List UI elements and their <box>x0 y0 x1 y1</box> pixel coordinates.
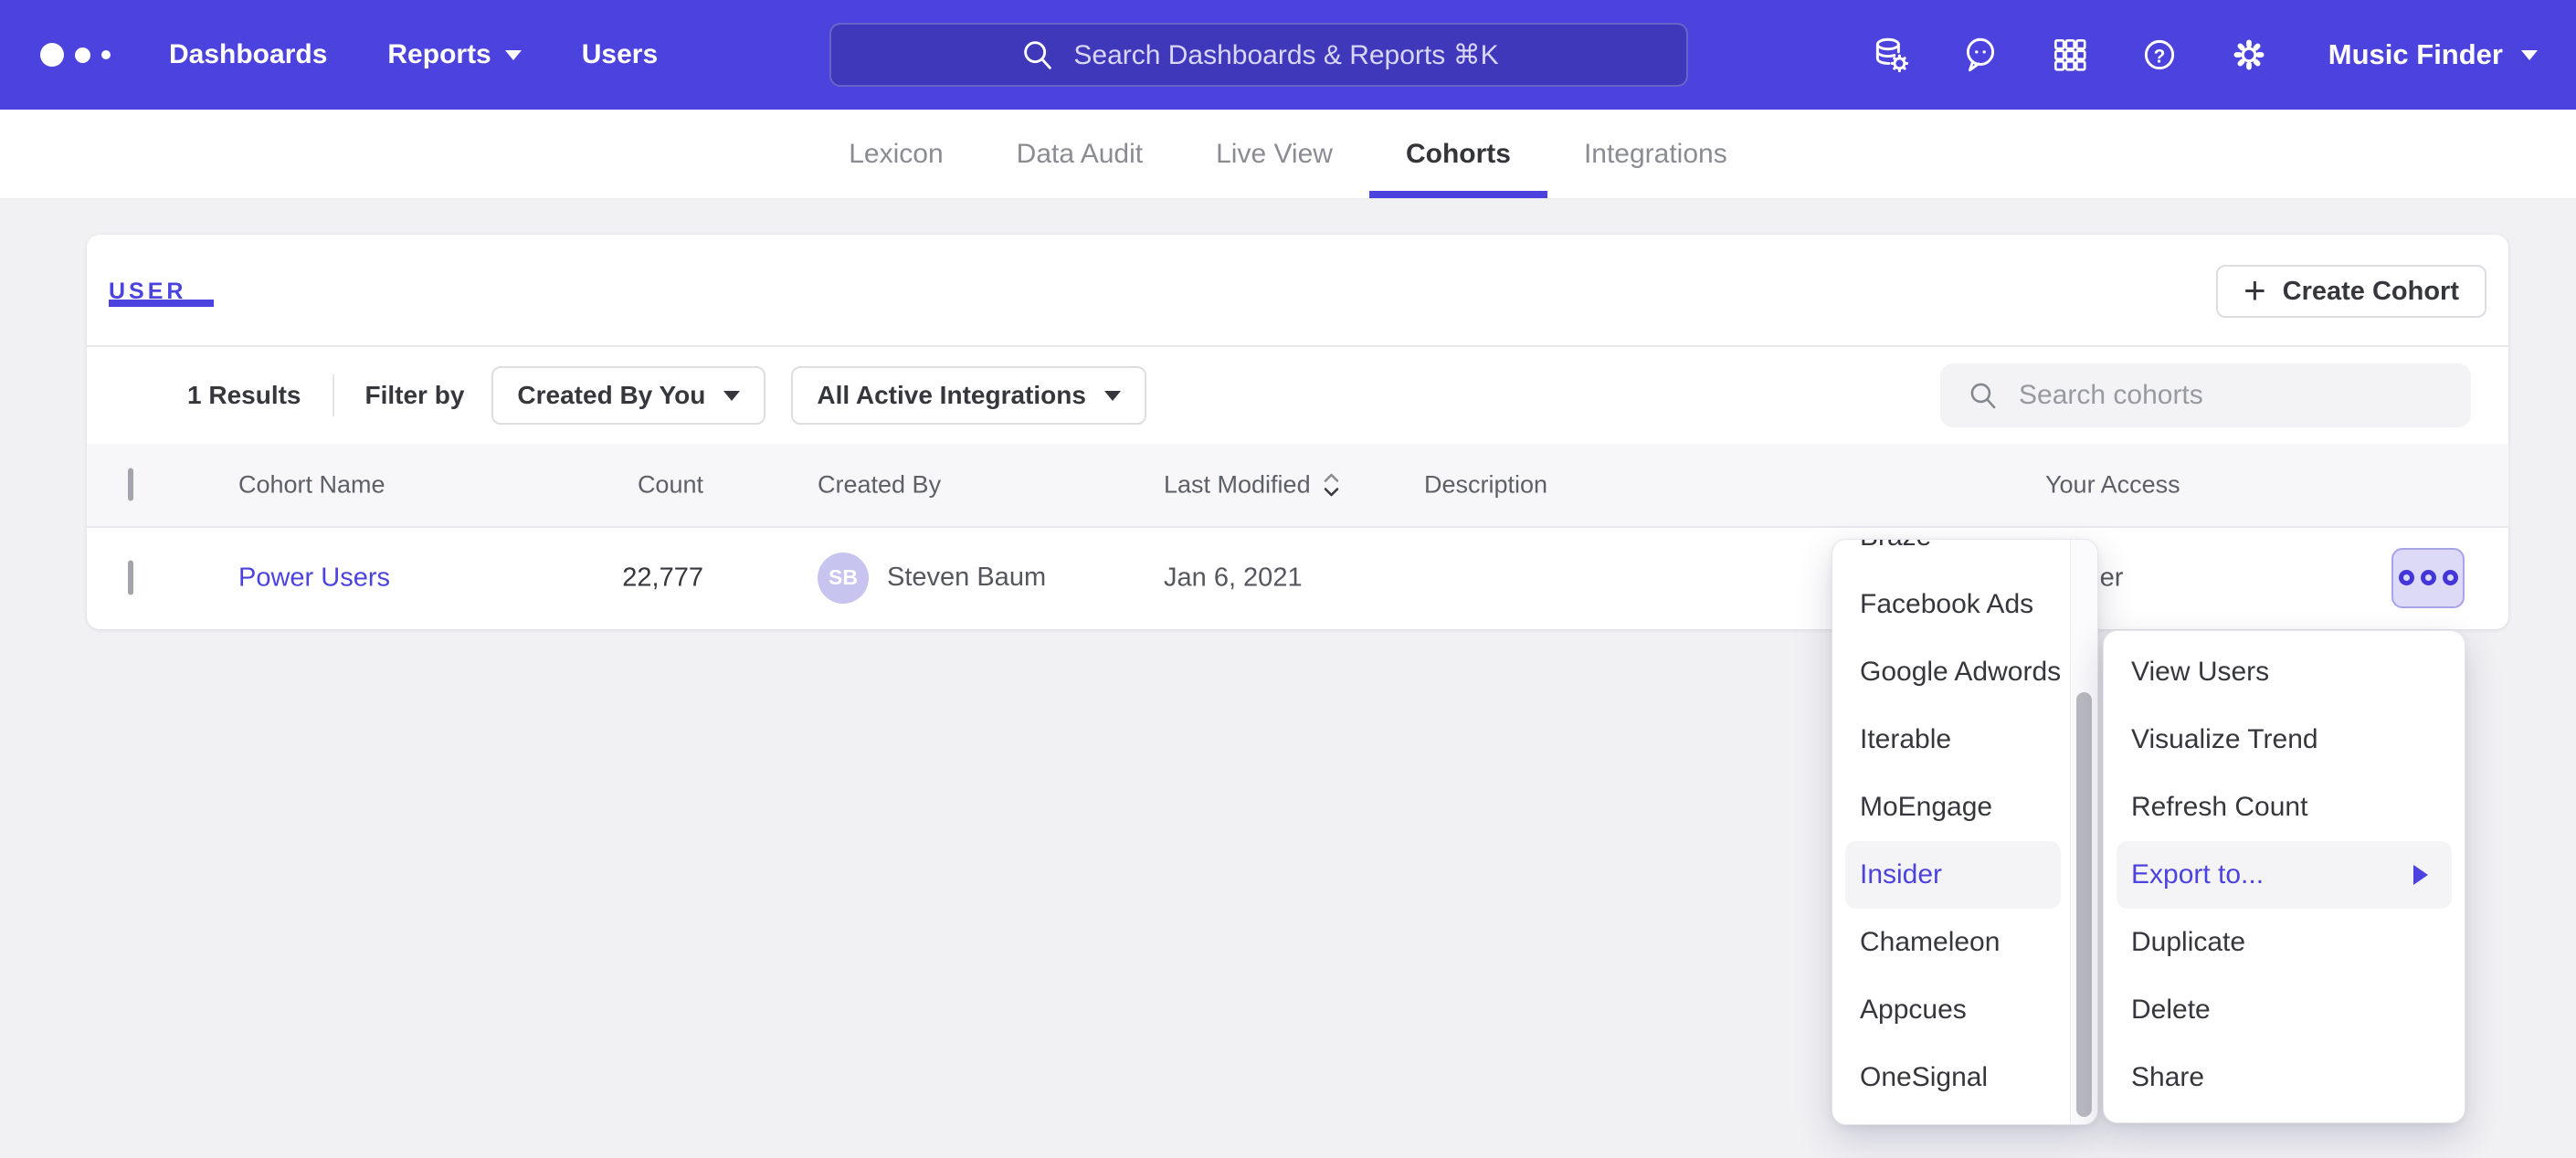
integrations-filter-dropdown[interactable]: All Active Integrations <box>791 366 1146 425</box>
menu-item-view-users[interactable]: View Users <box>2104 638 2465 706</box>
row-checkbox[interactable] <box>128 560 133 595</box>
logo-dot-small <box>101 50 111 59</box>
column-header-description[interactable]: Description <box>1424 471 1547 500</box>
feedback-icon[interactable] <box>1959 34 2001 76</box>
menu-item-refresh-count[interactable]: Refresh Count <box>2104 774 2465 841</box>
nav-item-label: Reports <box>387 39 491 70</box>
cohort-name-link[interactable]: Power Users <box>238 563 390 593</box>
row-more-actions-button[interactable] <box>2391 548 2465 608</box>
submenu-item-onesignal[interactable]: OneSignal <box>1832 1044 2072 1111</box>
tab-live-view[interactable]: Live View <box>1179 110 1369 198</box>
tab-data-audit[interactable]: Data Audit <box>980 110 1179 198</box>
nav-item-users[interactable]: Users <box>582 39 658 70</box>
nav-item-label: Users <box>582 39 658 70</box>
chevron-down-icon <box>2521 50 2538 60</box>
active-tab-underline <box>1369 191 1547 198</box>
top-nav: Dashboards Reports Users Search Dashboar… <box>0 0 2576 110</box>
apps-grid-icon[interactable] <box>2049 34 2091 76</box>
submenu-item-appcues[interactable]: Appcues <box>1832 976 2072 1044</box>
logo-dot-large <box>40 43 64 67</box>
nav-item-dashboards[interactable]: Dashboards <box>169 39 327 70</box>
tab-label: Data Audit <box>1017 139 1143 170</box>
nav-item-label: Dashboards <box>169 39 327 70</box>
cohort-search-input[interactable] <box>2019 380 2421 411</box>
column-header-last-modified[interactable]: Last Modified <box>1164 471 1339 500</box>
column-header-created-by[interactable]: Created By <box>818 471 941 500</box>
select-all-checkbox[interactable] <box>128 468 133 501</box>
tab-label: Integrations <box>1584 139 1727 170</box>
cohort-count: 22,777 <box>489 563 703 593</box>
user-section-tab[interactable]: USER <box>109 279 186 305</box>
nav-right-cluster: ? Music Finder <box>1870 0 2538 110</box>
last-modified-cell: Jan 6, 2021 <box>1164 563 1303 593</box>
export-destinations-list: Braze Facebook Ads Google Adwords Iterab… <box>1832 539 2072 1111</box>
nav-item-reports[interactable]: Reports <box>387 39 521 70</box>
table-row: Power Users 22,777 SB Steven Baum Jan 6,… <box>87 528 2508 627</box>
user-tab-underline <box>109 300 214 307</box>
menu-item-export-to[interactable]: Export to... <box>2117 841 2452 909</box>
filter-by-label: Filter by <box>365 381 465 410</box>
global-search-placeholder: Search Dashboards & Reports ⌘K <box>1073 39 1498 71</box>
table-header-row: Cohort Name Count Created By Last Modifi… <box>87 444 2508 528</box>
submenu-item-insider[interactable]: Insider <box>1845 841 2061 909</box>
column-header-count[interactable]: Count <box>489 471 703 500</box>
tab-label: Cohorts <box>1406 139 1511 170</box>
column-header-label: Last Modified <box>1164 471 1311 500</box>
tab-label: Lexicon <box>849 139 943 170</box>
created-by-cell: SB Steven Baum <box>818 553 1046 604</box>
tab-lexicon[interactable]: Lexicon <box>812 110 979 198</box>
avatar: SB <box>818 553 869 604</box>
mixpanel-logo[interactable] <box>40 43 111 67</box>
results-count: 1 Results <box>187 381 301 410</box>
cohorts-panel: USER + Create Cohort 1 Results Filter by… <box>87 235 2508 629</box>
chevron-down-icon <box>505 50 522 60</box>
search-icon <box>1966 378 2001 413</box>
cohort-context-menu: View Users Visualize Trend Refresh Count… <box>2103 630 2465 1123</box>
export-destinations-submenu: Braze Facebook Ads Google Adwords Iterab… <box>1832 539 2098 1125</box>
menu-item-duplicate[interactable]: Duplicate <box>2104 909 2465 976</box>
sort-icon <box>1324 472 1339 498</box>
create-cohort-label: Create Cohort <box>2283 277 2459 307</box>
filter-toolbar: 1 Results Filter by Created By You All A… <box>87 347 2508 444</box>
chevron-down-icon <box>1104 391 1121 401</box>
submenu-arrow-icon <box>2413 865 2428 885</box>
project-selector[interactable]: Music Finder <box>2328 38 2538 71</box>
column-header-your-access[interactable]: Your Access <box>2045 471 2180 500</box>
menu-item-visualize-trend[interactable]: Visualize Trend <box>2104 706 2465 774</box>
cohort-search-field <box>1940 363 2471 427</box>
submenu-item-facebook-ads[interactable]: Facebook Ads <box>1832 571 2072 638</box>
submenu-scrollbar-thumb[interactable] <box>2076 692 2092 1117</box>
filter-label: Created By You <box>517 381 705 410</box>
data-settings-icon[interactable] <box>1870 34 1912 76</box>
submenu-item-iterable[interactable]: Iterable <box>1832 706 2072 774</box>
submenu-item-google-adwords[interactable]: Google Adwords <box>1832 638 2072 706</box>
settings-gear-icon[interactable] <box>2228 34 2270 76</box>
created-by-filter-dropdown[interactable]: Created By You <box>491 366 765 425</box>
menu-item-delete[interactable]: Delete <box>2104 976 2465 1044</box>
help-icon[interactable]: ? <box>2138 34 2180 76</box>
logo-dot-medium <box>75 47 90 63</box>
submenu-scrollbar-track <box>2070 540 2097 1124</box>
submenu-item-moengage[interactable]: MoEngage <box>1832 774 2072 841</box>
tab-integrations[interactable]: Integrations <box>1547 110 1764 198</box>
section-tabs: Lexicon Data Audit Live View Cohorts Int… <box>0 110 2576 199</box>
submenu-item-braze[interactable]: Braze <box>1832 539 2072 571</box>
more-dots-icon <box>2399 570 2414 585</box>
panel-header: USER + Create Cohort <box>87 235 2508 347</box>
tab-cohorts[interactable]: Cohorts <box>1369 110 1547 198</box>
column-header-cohort-name[interactable]: Cohort Name <box>238 471 385 500</box>
submenu-item-chameleon[interactable]: Chameleon <box>1832 909 2072 976</box>
create-cohort-button[interactable]: + Create Cohort <box>2216 265 2486 318</box>
menu-item-share[interactable]: Share <box>2104 1044 2465 1111</box>
svg-text:?: ? <box>2153 46 2165 67</box>
global-search-input[interactable]: Search Dashboards & Reports ⌘K <box>829 23 1688 87</box>
chevron-down-icon <box>723 391 740 401</box>
filter-label: All Active Integrations <box>817 381 1086 410</box>
project-name: Music Finder <box>2328 38 2503 71</box>
nav-menu: Dashboards Reports Users <box>169 39 658 70</box>
tab-label: Live View <box>1216 139 1333 170</box>
search-icon <box>1019 36 1057 74</box>
created-by-name: Steven Baum <box>887 563 1046 593</box>
divider <box>333 374 334 416</box>
